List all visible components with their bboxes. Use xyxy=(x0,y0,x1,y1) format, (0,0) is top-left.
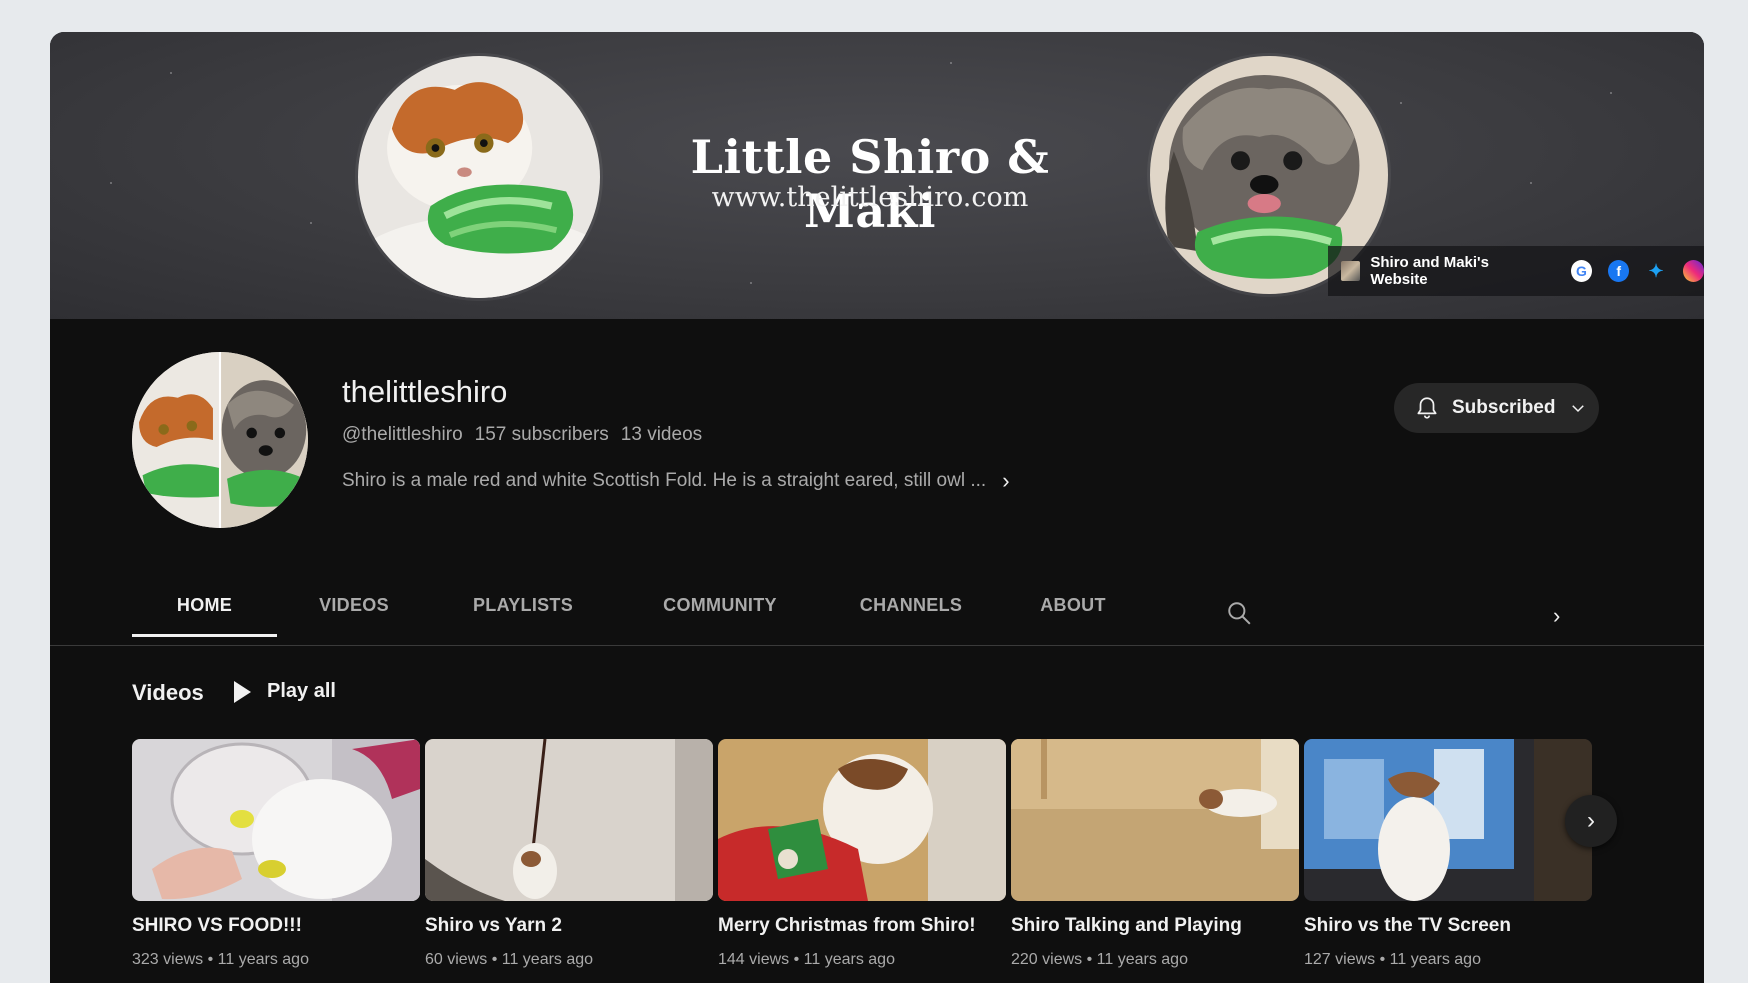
tabs-next-icon[interactable]: › xyxy=(1553,603,1560,629)
video-thumbnail[interactable] xyxy=(1011,739,1299,901)
search-icon[interactable] xyxy=(1226,600,1252,626)
video-views: 220 views xyxy=(1011,951,1083,968)
video-card[interactable]: Shiro vs the TV Screen 127 views • 11 ye… xyxy=(1304,739,1592,969)
subscribed-button[interactable]: Subscribed xyxy=(1394,383,1599,433)
subscriber-count: 157 subscribers xyxy=(474,424,609,445)
video-meta: 60 views • 11 years ago xyxy=(425,951,594,968)
chevron-right-icon: › xyxy=(1587,807,1595,834)
video-thumbnail[interactable] xyxy=(1304,739,1592,901)
video-meta: 127 views • 11 years ago xyxy=(1304,951,1481,968)
description-text: Shiro is a male red and white Scottish F… xyxy=(342,470,987,491)
video-thumbnail[interactable] xyxy=(425,739,713,901)
banner-links-bar: Shiro and Maki's Website G f ✦ xyxy=(1328,246,1704,296)
video-age: 11 years ago xyxy=(803,951,895,968)
video-card[interactable]: SHIRO VS FOOD!!! 323 views • 11 years ag… xyxy=(132,739,420,969)
video-age: 11 years ago xyxy=(501,951,594,968)
website-link[interactable]: Shiro and Maki's Website xyxy=(1370,254,1544,288)
video-age: 11 years ago xyxy=(1389,951,1481,968)
video-card[interactable]: Shiro Talking and Playing 220 views • 11… xyxy=(1011,739,1299,969)
video-thumbnail[interactable] xyxy=(718,739,1006,901)
video-title[interactable]: Shiro vs Yarn 2 xyxy=(425,915,713,937)
video-card[interactable]: Shiro vs Yarn 2 60 views • 11 years ago xyxy=(425,739,713,969)
play-icon xyxy=(234,680,251,703)
video-views: 144 views xyxy=(718,951,790,968)
website-favicon-icon xyxy=(1341,261,1361,281)
tabs-divider xyxy=(50,645,1704,646)
tab-about[interactable]: ABOUT xyxy=(1019,576,1127,634)
youtube-channel-page: Little Shiro & Maki www.thelittleshiro.c… xyxy=(50,32,1704,983)
play-all-label: Play all xyxy=(267,680,336,702)
twitter-icon[interactable]: ✦ xyxy=(1645,260,1666,282)
channel-banner: Little Shiro & Maki www.thelittleshiro.c… xyxy=(50,32,1704,319)
subscribed-label: Subscribed xyxy=(1452,397,1556,418)
video-card[interactable]: Merry Christmas from Shiro! 144 views • … xyxy=(718,739,1006,969)
video-count: 13 videos xyxy=(620,424,703,445)
facebook-icon[interactable]: f xyxy=(1608,260,1630,282)
chevron-right-icon[interactable]: › xyxy=(1002,468,1009,494)
channel-tabs: HOME VIDEOS PLAYLISTS COMMUNITY CHANNELS… xyxy=(132,576,1622,637)
video-meta: 220 views • 11 years ago xyxy=(1011,951,1188,968)
banner-url: www.thelittleshiro.com xyxy=(711,182,1029,213)
video-views: 127 views xyxy=(1304,951,1376,968)
video-thumbnail[interactable] xyxy=(132,739,420,901)
section-title: Videos xyxy=(132,680,204,705)
video-title[interactable]: Shiro Talking and Playing xyxy=(1011,915,1299,937)
video-shelf: SHIRO VS FOOD!!! 323 views • 11 years ag… xyxy=(132,739,1612,979)
video-age: 11 years ago xyxy=(217,951,309,968)
video-age: 11 years ago xyxy=(1096,951,1188,968)
video-title[interactable]: Merry Christmas from Shiro! xyxy=(718,915,1006,937)
tab-home[interactable]: HOME xyxy=(132,576,277,637)
video-views: 323 views xyxy=(132,951,204,968)
channel-meta: @thelittleshiro 157 subscribers 13 video… xyxy=(342,424,702,446)
video-meta: 323 views • 11 years ago xyxy=(132,951,309,968)
tab-community[interactable]: COMMUNITY xyxy=(644,576,796,634)
shiro-cat-photo xyxy=(358,56,600,298)
channel-description[interactable]: Shiro is a male red and white Scottish F… xyxy=(342,468,1010,494)
video-views: 60 views xyxy=(425,951,488,968)
video-title[interactable]: SHIRO VS FOOD!!! xyxy=(132,915,420,937)
play-all-button[interactable]: Play all xyxy=(230,680,336,703)
channel-name: thelittleshiro xyxy=(342,374,508,409)
chevron-down-icon xyxy=(1572,405,1585,413)
tab-videos[interactable]: VIDEOS xyxy=(304,576,404,634)
instagram-icon[interactable] xyxy=(1682,260,1704,282)
tab-channels[interactable]: CHANNELS xyxy=(841,576,981,634)
video-meta: 144 views • 11 years ago xyxy=(718,951,895,968)
bell-icon xyxy=(1417,397,1437,419)
tab-playlists[interactable]: PLAYLISTS xyxy=(456,576,590,634)
google-icon[interactable]: G xyxy=(1570,260,1593,282)
channel-avatar[interactable] xyxy=(132,352,308,528)
carousel-next-button[interactable]: › xyxy=(1565,795,1617,847)
video-title[interactable]: Shiro vs the TV Screen xyxy=(1304,915,1592,937)
channel-handle: @thelittleshiro xyxy=(342,424,463,445)
